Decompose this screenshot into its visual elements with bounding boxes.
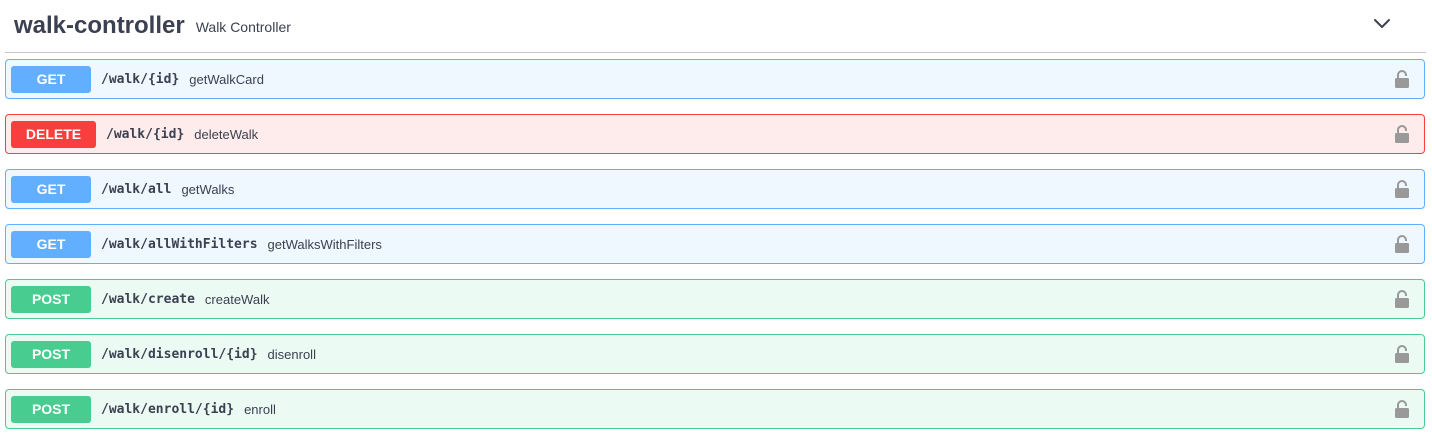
operation-path: /walk/{id} [101, 71, 180, 87]
operation-post-enroll[interactable]: POST /walk/enroll/{id} enroll [5, 389, 1425, 429]
operation-delete-walk[interactable]: DELETE /walk/{id} deleteWalk [5, 114, 1425, 154]
lock-icon[interactable] [1394, 69, 1410, 89]
tag-header[interactable]: walk-controller Walk Controller [5, 0, 1426, 53]
operation-path: /walk/all [101, 181, 172, 197]
operation-summary: getWalksWithFilters [267, 236, 382, 252]
operation-summary: disenroll [267, 346, 316, 362]
lock-icon[interactable] [1394, 344, 1410, 364]
operation-summary: deleteWalk [194, 126, 259, 142]
lock-icon[interactable] [1394, 289, 1410, 309]
swagger-page: walk-controller Walk Controller GET /wal… [0, 0, 1432, 434]
method-badge: POST [11, 340, 91, 368]
chevron-down-icon[interactable] [1372, 14, 1392, 34]
method-badge: GET [11, 65, 91, 93]
operation-get-walk-card[interactable]: GET /walk/{id} getWalkCard [5, 59, 1425, 99]
lock-icon[interactable] [1394, 179, 1410, 199]
lock-icon[interactable] [1394, 399, 1410, 419]
operation-post-create-walk[interactable]: POST /walk/create createWalk [5, 279, 1425, 319]
method-badge: DELETE [11, 120, 96, 148]
operation-path: /walk/disenroll/{id} [101, 346, 258, 362]
method-badge: GET [11, 175, 91, 203]
method-badge: GET [11, 230, 91, 258]
operation-path: /walk/{id} [106, 126, 185, 142]
operation-path: /walk/enroll/{id} [101, 401, 235, 417]
method-badge: POST [11, 285, 91, 313]
method-badge: POST [11, 395, 91, 423]
operation-summary: getWalks [181, 181, 235, 197]
operation-get-walks[interactable]: GET /walk/all getWalks [5, 169, 1425, 209]
operation-summary: createWalk [204, 291, 270, 307]
operation-get-walks-with-filters[interactable]: GET /walk/allWithFilters getWalksWithFil… [5, 224, 1425, 264]
lock-icon[interactable] [1394, 234, 1410, 254]
tag-name: walk-controller [14, 12, 185, 39]
operation-post-disenroll[interactable]: POST /walk/disenroll/{id} disenroll [5, 334, 1425, 374]
operation-summary: enroll [244, 401, 276, 417]
operation-path: /walk/allWithFilters [101, 236, 258, 252]
tag-description: Walk Controller [195, 19, 291, 35]
lock-icon[interactable] [1394, 124, 1410, 144]
operation-summary: getWalkCard [189, 71, 264, 87]
operation-path: /walk/create [101, 291, 195, 307]
